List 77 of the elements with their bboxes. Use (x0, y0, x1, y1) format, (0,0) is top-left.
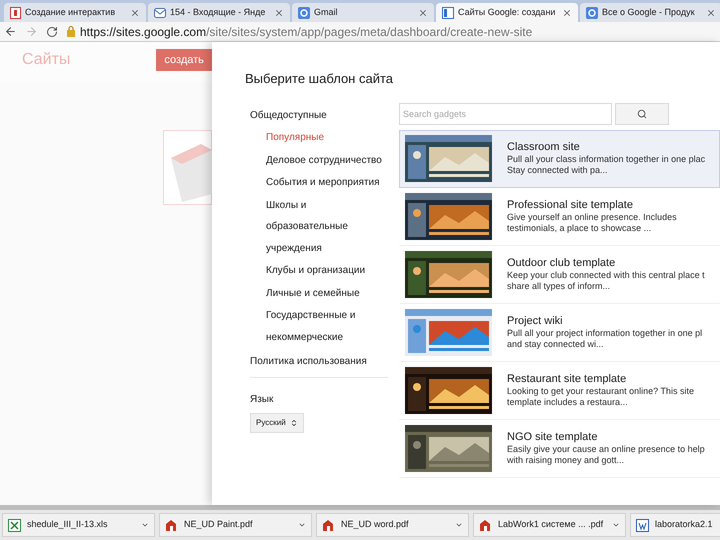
file-name: laboratorka2.1 (655, 518, 714, 532)
template-description: Keep your club connected with this central place t share all types of inform... (507, 270, 706, 292)
search-field[interactable]: Search gadgets (399, 102, 612, 124)
pdf-file-icon (479, 518, 492, 532)
category-item[interactable]: События и мероприятия (266, 172, 391, 194)
back-icon[interactable] (4, 25, 17, 38)
template-item[interactable]: Professional site template Give yourself an online presence. Includes testimonials, a place to showcase ... (399, 188, 720, 246)
policy-link[interactable]: Политика использования (250, 354, 391, 376)
file-name: NE_UD word.pdf (341, 518, 410, 532)
dialog-title: Выберите шаблон сайта (245, 70, 394, 88)
category-item[interactable]: Клубы и организации (266, 260, 391, 282)
download-item[interactable]: laboratorka2.1 (630, 513, 720, 537)
download-item[interactable]: shedule_III_II-13.xls (2, 513, 155, 537)
category-item[interactable]: Деловое сотрудничество (266, 149, 391, 172)
close-icon[interactable] (562, 8, 572, 18)
browser-tab[interactable]: Сайты Google: создани (436, 3, 578, 22)
file-name: LabWork1 системе ... .pdf (498, 518, 604, 532)
browser-tab[interactable]: Создание интерактив (4, 3, 146, 22)
g-logo-icon (586, 6, 598, 18)
close-icon[interactable] (418, 8, 428, 18)
template-description: Pull all your class information together in one plac Stay connected with pa... (507, 154, 706, 176)
caret-icon[interactable] (455, 521, 463, 529)
template-item[interactable]: Classroom site Pull all your class information together in one plac Stay connected with pa... (399, 130, 720, 188)
language-label: Язык (250, 392, 274, 406)
download-item[interactable]: NE_UD Paint.pdf (159, 513, 312, 537)
page-icon (442, 6, 454, 18)
close-icon[interactable] (706, 8, 716, 18)
envelope-icon (154, 6, 166, 18)
url-text: https://sites.google.com/site/sites/system/app/pages/meta/dashboard/create-new-site (80, 24, 532, 40)
file-name: NE_UD Paint.pdf (184, 518, 254, 532)
template-title: NGO site template (507, 431, 598, 444)
spreadsheet-icon (8, 518, 21, 532)
reload-icon[interactable] (46, 26, 58, 38)
pdf-file-icon (322, 518, 335, 532)
search-icon (637, 108, 647, 118)
category-item[interactable]: Государственные и некоммерческие (266, 304, 391, 348)
stepper-icon (290, 418, 298, 426)
template-description: Give yourself an online presence. Includes testimonials, a place to showcase ... (507, 212, 678, 234)
file-name: shedule_III_II-13.xls (27, 518, 109, 532)
lock-icon (66, 26, 76, 37)
template-item[interactable]: Restaurant site template Looking to get your restaurant online? This site template includes a restaura... (399, 362, 720, 420)
tab-title: Создание интерактив (25, 6, 116, 19)
tab-title: Все о Google - Продук (602, 6, 696, 19)
g-logo-icon (298, 6, 310, 18)
category-item[interactable]: Личные и семейные (266, 282, 391, 304)
template-title: Classroom site (507, 141, 581, 154)
category-item[interactable]: Школы и образовательные учреждения (266, 194, 391, 260)
tab-title: Gmail (314, 6, 339, 19)
template-description: Looking to get your restaurant online? This site template includes a restaura... (507, 386, 695, 408)
browser-tab[interactable]: Все о Google - Продук (580, 3, 720, 22)
tab-title: 154 - Входящие - Янде (170, 6, 266, 19)
word-document-icon (636, 518, 649, 532)
tab-title: Сайты Google: создани (458, 6, 556, 19)
caret-icon[interactable] (141, 521, 149, 529)
close-icon[interactable] (274, 8, 284, 18)
site-logo: Сайты (22, 50, 70, 70)
template-description: Easily give your cause an online presence to help with raising money and gott... (507, 444, 706, 466)
close-icon[interactable] (130, 8, 140, 18)
browser-tab[interactable]: Gmail (292, 3, 434, 22)
download-item[interactable]: LabWork1 системе ... .pdf (473, 513, 626, 537)
template-title: Professional site template (507, 199, 634, 212)
template-title: Project wiki (507, 315, 564, 328)
caret-icon[interactable] (612, 521, 620, 529)
download-item[interactable]: NE_UD word.pdf (316, 513, 469, 537)
template-description: Pull all your project information together in one pl and stay connected wi... (507, 328, 704, 350)
category-item[interactable]: Популярные (266, 126, 391, 149)
caret-icon[interactable] (298, 521, 306, 529)
language-select[interactable]: Русский (250, 412, 304, 432)
category-item[interactable]: Общедоступные (250, 104, 391, 126)
document-icon (10, 6, 21, 18)
template-item[interactable]: NGO site template Easily give your cause an online presence to help with raising money and gott... (399, 420, 720, 478)
template-title: Restaurant site template (507, 373, 628, 386)
browser-tab[interactable]: 154 - Входящие - Янде (148, 3, 290, 22)
template-item[interactable]: Project wiki Pull all your project information together in one pl and stay connected wi... (399, 304, 720, 362)
template-title: Outdoor club template (507, 257, 616, 270)
template-item[interactable]: Outdoor club template Keep your club connected with this central place t share all types of inform... (399, 246, 720, 304)
pdf-file-icon (165, 518, 178, 532)
